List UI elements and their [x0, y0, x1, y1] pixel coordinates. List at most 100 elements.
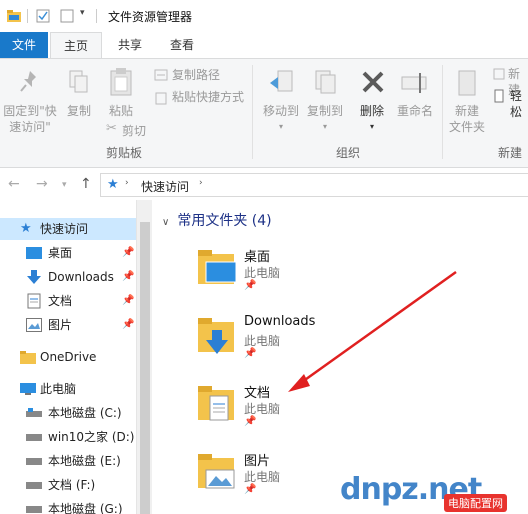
move-to-button[interactable]: 移动到 ▾	[258, 103, 304, 135]
ribbon: 固定到"快 速访问" 复制 粘贴 复制路径 粘贴快捷方式 ✂ 剪切 剪贴板 移动…	[0, 58, 528, 168]
document-icon	[27, 293, 41, 309]
clipboard-group-label: 剪贴板	[106, 146, 143, 160]
annotation-arrow	[288, 270, 457, 392]
windows-drive-icon	[26, 408, 42, 417]
copy-button[interactable]: 复制	[62, 103, 96, 119]
move-to-label: 移动到	[262, 104, 299, 118]
ribbon-tabs: 文件 主页 共享 查看	[0, 32, 528, 59]
desktop-icon	[26, 247, 42, 259]
tab-view[interactable]: 查看	[158, 32, 206, 58]
nav-item-documents[interactable]: 文档 📌	[0, 290, 136, 312]
tab-home[interactable]: 主页	[50, 32, 102, 59]
pin-icon[interactable]: 📌	[122, 314, 134, 336]
pin-icon	[20, 71, 36, 92]
organize-group-label: 组织	[336, 146, 361, 160]
nav-drive-label: 文档 (F:)	[48, 478, 96, 492]
new-item-icon	[493, 68, 505, 80]
pin-icon[interactable]: 📌	[122, 290, 134, 312]
picture-icon	[26, 318, 42, 332]
nav-item-label: 图片	[48, 318, 73, 332]
cut-button[interactable]: 剪切	[122, 123, 146, 139]
new-folder-label-2: 文件夹	[448, 120, 485, 134]
nav-item-desktop[interactable]: 桌面 📌	[0, 242, 136, 264]
delete-icon	[362, 71, 384, 93]
title-bar: ▾ 文件资源管理器	[0, 0, 528, 32]
easy-access-button[interactable]: 轻松	[510, 88, 528, 120]
nav-item-label: 桌面	[48, 246, 73, 260]
star-icon: ★	[20, 221, 32, 236]
drive-icon	[26, 458, 42, 465]
nav-drive-label: 本地磁盘 (C:)	[48, 406, 122, 420]
nav-drive-f[interactable]: 文档 (F:)	[0, 474, 136, 496]
paste-button[interactable]: 粘贴	[102, 103, 140, 119]
copy-path-icon	[154, 69, 168, 81]
rename-button[interactable]: 重命名	[392, 103, 438, 119]
nav-onedrive[interactable]: OneDrive	[0, 346, 136, 368]
copy-path-button[interactable]: 复制路径	[172, 67, 220, 83]
delete-label: 删除	[359, 104, 384, 118]
pin-icon[interactable]: 📌	[122, 266, 134, 288]
new-folder-button[interactable]: 新建 文件夹	[446, 103, 488, 135]
nav-drive-d[interactable]: win10之家 (D:)	[0, 426, 136, 448]
nav-drive-e[interactable]: 本地磁盘 (E:)	[0, 450, 136, 472]
new-folder-qat-icon[interactable]	[60, 9, 74, 23]
watermark-logo: dnpz.net 电脑配置网	[340, 468, 528, 514]
new-group-label: 新建	[498, 146, 523, 160]
watermark-badge: 电脑配置网	[444, 494, 507, 512]
nav-item-label: 文档	[48, 294, 73, 308]
pin-to-quick-access-button[interactable]: 固定到"快 速访问"	[0, 103, 60, 135]
tab-file[interactable]: 文件	[0, 32, 48, 58]
tab-share[interactable]: 共享	[106, 32, 154, 58]
download-arrow-icon	[27, 270, 41, 284]
pin-icon[interactable]: 📌	[122, 242, 134, 264]
copy-icon	[69, 70, 88, 93]
drive-icon	[26, 506, 42, 513]
group-separator	[442, 65, 443, 159]
paste-shortcut-icon	[155, 92, 167, 105]
nav-this-pc[interactable]: 此电脑	[0, 378, 136, 400]
pin-label-2: 速访问"	[9, 120, 51, 134]
group-separator	[252, 65, 253, 159]
content-pane: ∨ 常用文件夹 (4) 桌面 此电脑 📌 Downloads 此电脑 📌 文档 此…	[152, 200, 528, 514]
paste-shortcut-button[interactable]: 粘贴快捷方式	[172, 89, 244, 105]
paste-icon	[110, 68, 132, 96]
nav-this-pc-label: 此电脑	[40, 382, 77, 396]
nav-item-pictures[interactable]: 图片 📌	[0, 314, 136, 336]
move-to-icon	[270, 70, 293, 92]
copy-to-icon	[315, 70, 336, 94]
copy-to-label: 复制到	[306, 104, 343, 118]
nav-drive-label: 本地磁盘 (E:)	[48, 454, 121, 468]
back-arrow-icon[interactable]: ←	[8, 176, 20, 192]
recent-locations-icon[interactable]: ▾	[62, 180, 67, 190]
nav-item-downloads[interactable]: Downloads 📌	[0, 266, 136, 288]
rename-icon	[401, 73, 427, 93]
folder-icon	[20, 351, 36, 364]
nav-scrollbar[interactable]	[136, 200, 152, 514]
forward-arrow-icon[interactable]: →	[36, 176, 48, 192]
pin-label-1: 固定到"快	[3, 104, 57, 118]
address-location: 快速访问	[141, 180, 190, 194]
address-bar: ← → ▾ ↑ ★ › 快速访问 ›	[0, 168, 528, 200]
nav-drive-g[interactable]: 本地磁盘 (G:)	[0, 498, 136, 514]
nav-onedrive-label: OneDrive	[40, 350, 97, 364]
folder-app-icon	[7, 10, 21, 22]
nav-quick-access-label: 快速访问	[40, 222, 89, 236]
properties-icon[interactable]	[36, 9, 50, 23]
scrollbar-thumb[interactable]	[140, 222, 150, 514]
computer-icon	[20, 383, 36, 395]
customize-qat-icon[interactable]: ▾	[80, 8, 85, 18]
navigation-pane: ★ 快速访问 桌面 📌 Downloads 📌 文档 📌 图片 📌 OneDri…	[0, 200, 152, 514]
chevron-right-icon[interactable]: ›	[199, 178, 203, 188]
nav-quick-access[interactable]: ★ 快速访问	[0, 218, 136, 240]
nav-drive-c[interactable]: 本地磁盘 (C:)	[0, 402, 136, 424]
drive-icon	[26, 434, 42, 441]
chevron-right-icon: ›	[125, 178, 129, 188]
address-field[interactable]: ★ › 快速访问 ›	[100, 173, 528, 197]
easy-access-icon	[494, 89, 504, 103]
copy-to-button[interactable]: 复制到 ▾	[302, 103, 348, 135]
nav-drive-label: 本地磁盘 (G:)	[48, 502, 123, 514]
star-icon: ★	[107, 177, 119, 192]
nav-drive-label: win10之家 (D:)	[48, 430, 135, 444]
delete-button[interactable]: 删除 ▾	[352, 103, 392, 135]
up-arrow-icon[interactable]: ↑	[80, 176, 92, 192]
